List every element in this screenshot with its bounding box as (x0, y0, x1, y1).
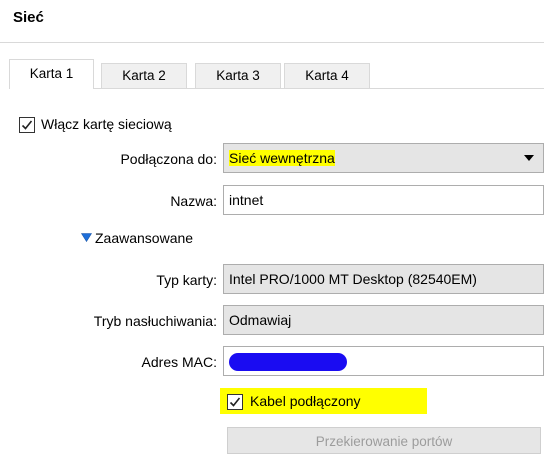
mac-address-input[interactable] (223, 346, 544, 376)
chevron-down-icon (524, 155, 534, 161)
promiscuous-mode-select[interactable]: Odmawiaj (223, 305, 544, 335)
name-input[interactable]: intnet (223, 185, 544, 215)
cable-connected-checkbox[interactable] (227, 394, 243, 410)
tab-karta-3[interactable]: Karta 3 (195, 63, 281, 88)
attached-to-value: Sieć wewnętrzna (229, 150, 335, 166)
tab-karta-1[interactable]: Karta 1 (9, 59, 94, 89)
mac-address-label: Adres MAC: (141, 354, 217, 370)
section-title: Sieć (13, 9, 44, 26)
redaction-mark (229, 353, 347, 371)
checkmark-icon (21, 120, 33, 130)
adapter-type-label: Typ karty: (156, 272, 217, 288)
tab-karta-2[interactable]: Karta 2 (101, 63, 187, 88)
attached-to-label: Podłączona do: (120, 151, 217, 167)
enable-adapter-checkbox[interactable] (19, 117, 35, 133)
advanced-toggle-label[interactable]: Zaawansowane (95, 230, 193, 246)
triangle-down-icon[interactable] (81, 233, 92, 242)
port-forwarding-button[interactable]: Przekierowanie portów (227, 427, 541, 454)
cable-connected-label: Kabel podłączony (250, 393, 361, 409)
enable-adapter-label: Włącz kartę sieciową (41, 116, 172, 132)
adapter-type-select[interactable]: Intel PRO/1000 MT Desktop (82540EM) (223, 264, 544, 294)
title-divider (0, 42, 544, 43)
attached-to-select[interactable]: Sieć wewnętrzna (223, 143, 544, 173)
name-label: Nazwa: (170, 193, 217, 209)
checkmark-icon (229, 397, 241, 407)
promiscuous-mode-label: Tryb nasłuchiwania: (93, 313, 217, 329)
tab-karta-4[interactable]: Karta 4 (284, 63, 370, 88)
